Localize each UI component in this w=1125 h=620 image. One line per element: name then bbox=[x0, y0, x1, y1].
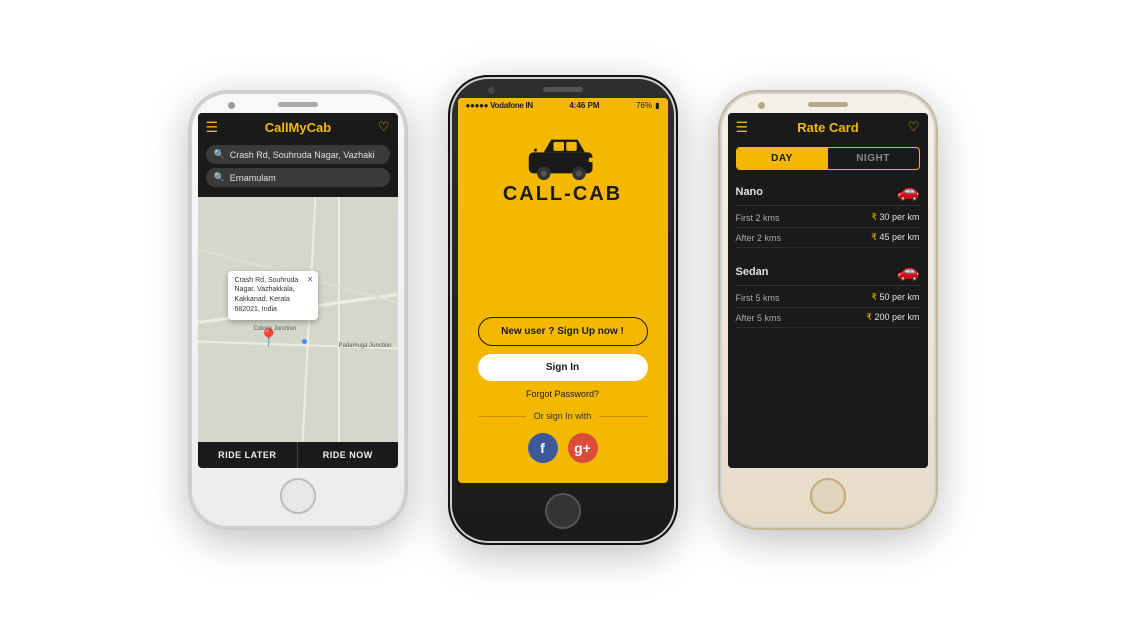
camera-dot-3 bbox=[758, 102, 765, 109]
map-label-2: Colony Junction bbox=[254, 326, 297, 332]
bottom-buttons: RIDE LATER RIDE NOW bbox=[198, 442, 398, 468]
google-plus-button[interactable]: g+ bbox=[568, 433, 598, 463]
screen-1: ☰ CallMyCab ♡ 🔍 Crash Rd, Souhruda Nagar… bbox=[198, 113, 398, 468]
sedan-rate-2: After 5 kms ₹ 200 per km bbox=[736, 308, 920, 328]
social-icons: f g+ bbox=[528, 433, 598, 463]
heart-icon[interactable]: ♡ bbox=[378, 119, 390, 135]
nano-value-2: ₹ 45 per km bbox=[871, 232, 919, 243]
search-icon-2: 🔍 bbox=[214, 172, 225, 183]
sedan-label-1: First 5 kms bbox=[736, 293, 780, 303]
battery-pct: 76% bbox=[636, 101, 652, 110]
nano-rate-1: First 2 kms ₹ 30 per km bbox=[736, 208, 920, 228]
hamburger-icon[interactable]: ☰ bbox=[206, 120, 219, 134]
divider-left bbox=[478, 416, 526, 417]
popup-close[interactable]: ✕ bbox=[307, 274, 314, 285]
vehicle-row-nano: Nano 🚗 bbox=[736, 176, 920, 206]
nano-value-1: ₹ 30 per km bbox=[871, 212, 919, 223]
sedan-value-1: ₹ 50 per km bbox=[871, 292, 919, 303]
map-screen: ☰ CallMyCab ♡ 🔍 Crash Rd, Souhruda Nagar… bbox=[198, 113, 398, 468]
rate-hamburger-icon[interactable]: ☰ bbox=[736, 120, 749, 134]
camera-dot-1 bbox=[228, 102, 235, 109]
status-bar: ●●●●● Vodafone IN 4:46 PM 76% ▮ bbox=[458, 98, 668, 113]
car-icon-sedan: 🚗 bbox=[897, 261, 919, 282]
phone-2: ●●●●● Vodafone IN 4:46 PM 76% ▮ bbox=[448, 75, 678, 545]
map-header: ☰ CallMyCab ♡ bbox=[198, 113, 398, 141]
nano-label-2: After 2 kms bbox=[736, 233, 782, 243]
logo-dash: - bbox=[564, 183, 573, 205]
map-title: CallMyCab bbox=[265, 120, 331, 135]
logo-part2: CAB bbox=[573, 183, 622, 205]
signup-button[interactable]: New user ? Sign Up now ! bbox=[478, 317, 648, 346]
forgot-password-link[interactable]: Forgot Password? bbox=[526, 389, 599, 399]
phone-3: ☰ Rate Card ♡ DAY NIGHT Nano 🚗 First 2 k… bbox=[718, 90, 938, 530]
search-text-2: Ernamulam bbox=[230, 173, 276, 183]
status-battery: 76% ▮ bbox=[636, 101, 659, 110]
section-gap-1 bbox=[736, 248, 920, 256]
nano-rate-2: After 2 kms ₹ 45 per km bbox=[736, 228, 920, 248]
phone-3-bottom bbox=[720, 468, 936, 528]
road-v2 bbox=[338, 197, 340, 442]
map-blue-dot bbox=[302, 339, 307, 344]
search-bar-1[interactable]: 🔍 Crash Rd, Souhruda Nagar, Vazhaki bbox=[206, 145, 390, 164]
ride-now-btn[interactable]: RIDE NOW bbox=[298, 442, 398, 468]
rate-header: ☰ Rate Card ♡ bbox=[728, 113, 928, 141]
battery-icon: ▮ bbox=[655, 101, 659, 110]
home-button-2[interactable] bbox=[545, 493, 581, 529]
sedan-value-2: ₹ 200 per km bbox=[866, 312, 919, 323]
map-area: ✕ Crash Rd, Souhruda Nagar, Vazhakkala, … bbox=[198, 197, 398, 442]
tab-night[interactable]: NIGHT bbox=[828, 148, 919, 169]
phone-1: ☰ CallMyCab ♡ 🔍 Crash Rd, Souhruda Nagar… bbox=[188, 90, 408, 530]
sedan-label-2: After 5 kms bbox=[736, 313, 782, 323]
phone-2-top bbox=[450, 77, 676, 98]
facebook-button[interactable]: f bbox=[528, 433, 558, 463]
speaker-1 bbox=[278, 102, 318, 107]
rate-heart-icon[interactable]: ♡ bbox=[908, 119, 920, 135]
home-button-1[interactable] bbox=[280, 478, 316, 514]
vehicle-name-nano: Nano bbox=[736, 186, 764, 198]
search-icon-1: 🔍 bbox=[214, 149, 225, 160]
rate-card-title: Rate Card bbox=[797, 120, 858, 135]
divider-row: Or sign In with bbox=[478, 411, 648, 421]
screen-2: ●●●●● Vodafone IN 4:46 PM 76% ▮ bbox=[458, 98, 668, 483]
cab-icon bbox=[525, 133, 600, 183]
status-carrier: ●●●●● Vodafone IN bbox=[466, 101, 533, 110]
tab-day[interactable]: DAY bbox=[737, 148, 828, 169]
vehicle-name-sedan: Sedan bbox=[736, 266, 769, 278]
speaker-3 bbox=[808, 102, 848, 107]
search-area: 🔍 Crash Rd, Souhruda Nagar, Vazhaki 🔍 Er… bbox=[198, 141, 398, 197]
signin-button[interactable]: Sign In bbox=[478, 354, 648, 381]
rate-content: Nano 🚗 First 2 kms ₹ 30 per km After 2 k… bbox=[728, 176, 928, 468]
camera-dot-2 bbox=[488, 87, 495, 94]
signin-actions: New user ? Sign Up now ! Sign In Forgot … bbox=[458, 317, 668, 483]
ride-later-btn[interactable]: RIDE LATER bbox=[198, 442, 298, 468]
map-bg: ✕ Crash Rd, Souhruda Nagar, Vazhakkala, … bbox=[198, 197, 398, 442]
popup-text: Crash Rd, Souhruda Nagar, Vazhakkala, Ka… bbox=[235, 277, 299, 313]
divider-text: Or sign In with bbox=[534, 411, 592, 421]
divider-right bbox=[599, 416, 647, 417]
search-bar-2[interactable]: 🔍 Ernamulam bbox=[206, 168, 390, 187]
status-time: 4:46 PM bbox=[569, 101, 599, 110]
nano-label-1: First 2 kms bbox=[736, 213, 780, 223]
logo-area: CALL-CAB bbox=[458, 113, 668, 317]
vehicle-row-sedan: Sedan 🚗 bbox=[736, 256, 920, 286]
rate-tabs: DAY NIGHT bbox=[736, 147, 920, 170]
car-icon-nano: 🚗 bbox=[897, 181, 919, 202]
rate-screen: ☰ Rate Card ♡ DAY NIGHT Nano 🚗 First 2 k… bbox=[728, 113, 928, 468]
search-text-1: Crash Rd, Souhruda Nagar, Vazhaki bbox=[230, 150, 375, 160]
logo-text: CALL-CAB bbox=[503, 183, 622, 206]
phone-1-bottom bbox=[190, 468, 406, 528]
phone-3-top bbox=[720, 92, 936, 113]
screen-3: ☰ Rate Card ♡ DAY NIGHT Nano 🚗 First 2 k… bbox=[728, 113, 928, 468]
signin-screen: ●●●●● Vodafone IN 4:46 PM 76% ▮ bbox=[458, 98, 668, 483]
phone-1-top bbox=[190, 92, 406, 113]
home-button-3[interactable] bbox=[810, 478, 846, 514]
map-label-1: Padamuga Junction bbox=[338, 343, 391, 349]
phone-2-bottom bbox=[450, 483, 676, 543]
speaker-2 bbox=[543, 87, 583, 92]
map-popup: ✕ Crash Rd, Souhruda Nagar, Vazhakkala, … bbox=[228, 271, 318, 320]
sedan-rate-1: First 5 kms ₹ 50 per km bbox=[736, 288, 920, 308]
logo-part1: CALL bbox=[503, 183, 564, 205]
